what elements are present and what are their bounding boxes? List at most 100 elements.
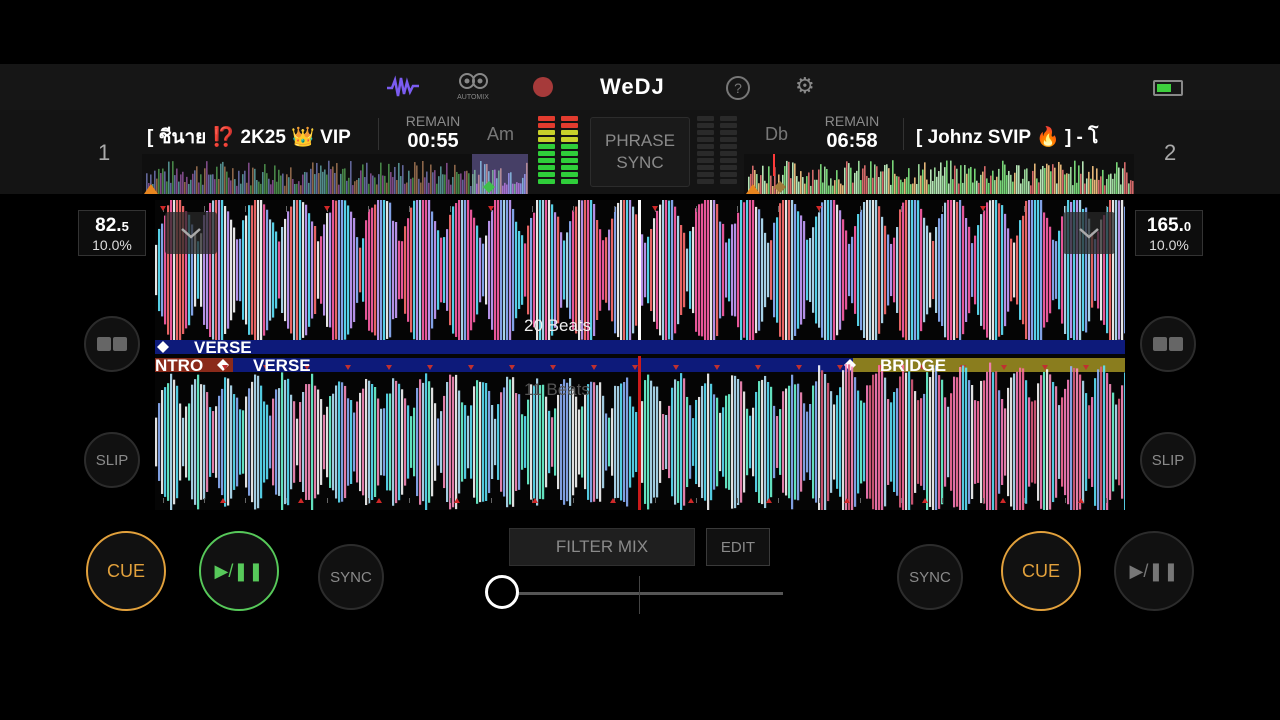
overview-bar [468,173,470,194]
waveform-bar [428,200,431,342]
waveform-bar [845,363,848,510]
overview-bar [786,160,788,194]
meter-segment [697,144,714,149]
waveform-bar [758,209,761,331]
waveform-bar [383,200,386,348]
overview-bar [1086,178,1088,194]
overview-bar [790,178,792,194]
overview-bar [302,174,304,194]
waveform-bar [836,204,839,336]
waveform-bar [683,378,686,506]
deck-2-play-button[interactable]: ▶/❚❚ [1114,531,1194,611]
overview-bar [868,177,870,194]
deck-2-slip-button[interactable]: SLIP [1140,432,1196,488]
waveform-bar [461,402,464,482]
waveform-bar [410,416,413,468]
deck-1-slip-button[interactable]: SLIP [84,432,140,488]
deck-1-layout-button[interactable] [84,316,140,372]
waveform-bar [437,230,440,310]
overview-bar [206,161,208,194]
meter-segment [538,137,555,142]
waveform-bar [578,409,581,475]
overview-bar [402,165,404,194]
main-waveform-area[interactable] [155,200,1125,510]
filter-mix-button[interactable]: FILTER MIX [509,528,695,566]
waveform-bar [863,202,866,338]
overview-bar [824,166,826,194]
meter-segment [720,165,737,170]
overview-bar [194,170,196,194]
overview-bar [256,180,258,194]
waveform-bar [986,371,989,510]
overview-bar [284,185,286,194]
waveform-bar [602,240,605,300]
deck-1-bpm-display[interactable]: 82.5 10.0% [78,210,146,256]
waveform-bar [434,221,437,319]
waveform-bar [569,221,572,319]
waveform-bar [716,397,719,487]
waveform-bar [872,200,875,341]
deck-2-bpm-display[interactable]: 165.0 10.0% [1135,210,1203,256]
overview-bar [172,161,174,194]
waveform-bar [665,414,668,470]
overview-bar [166,181,168,194]
overview-bar [888,168,890,194]
overview-bar [370,173,372,194]
deck-1-play-button[interactable]: ▶/❚❚ [199,531,279,611]
deck-1-overview-waveform[interactable] [142,154,528,194]
waveform-bar [1073,367,1076,510]
help-icon[interactable]: ? [726,76,750,100]
waveform-bar [248,388,251,496]
overview-bar [920,175,922,194]
deck-2-playhead [638,356,641,510]
overview-bar [192,173,194,194]
waveform-bar [785,200,788,343]
deck-1-cue-button[interactable]: CUE [86,531,166,611]
record-icon[interactable] [533,77,553,97]
waveform-bar [554,408,557,476]
deck-2-collapse-button[interactable] [1063,212,1115,254]
deck-1-sync-button[interactable]: SYNC [318,544,384,610]
waveform-bar [653,218,656,322]
waveform-bar [1079,374,1082,510]
waveform-icon[interactable] [385,74,421,100]
overview-bar [254,168,256,194]
waveform-bar [848,243,851,297]
waveform-bar [635,412,638,472]
deck-2-overview-waveform[interactable] [744,154,1134,194]
deck-2-layout-button[interactable] [1140,316,1196,372]
automix-icon[interactable]: AUTOMIX [455,71,491,101]
overview-bar [826,168,828,194]
waveform-bar [308,213,311,327]
waveform-bar [1040,375,1043,509]
deck-1-track-title[interactable]: [ ชีนาย ⁉️ 2K25 👑 VIP [147,122,359,152]
overview-bar [1022,178,1024,194]
waveform-bar [422,200,425,348]
overview-bar [430,164,432,194]
deck-2-track-title[interactable]: [ Johnz SVIP 🔥 ] - โ [916,122,1131,152]
waveform-bar [410,207,413,333]
deck-2-cue-button[interactable]: CUE [1001,531,1081,611]
gear-icon[interactable]: ⚙ [795,73,815,99]
waveform-bar [170,373,173,510]
deck-2-sync-button[interactable]: SYNC [897,544,963,610]
crossfader-knob[interactable] [485,575,519,609]
edit-button[interactable]: EDIT [706,528,770,566]
waveform-bar [809,238,812,302]
crossfader-track[interactable] [503,592,783,595]
overview-bar [968,168,970,194]
overview-bar [250,185,252,194]
waveform-bar [710,200,713,348]
waveform-bar [650,228,653,312]
overview-bar [182,171,184,194]
phrase-sync-button[interactable]: PHRASE SYNC [590,117,690,187]
deck-1-collapse-button[interactable] [165,212,217,254]
waveform-bar [1058,230,1061,310]
waveform-bar [662,200,665,343]
waveform-bar [419,200,422,342]
deck-1-pitch: 10.0% [92,237,132,253]
waveform-bar [1052,381,1055,503]
waveform-bar [869,385,872,499]
waveform-bar [944,202,947,338]
waveform-bar [359,247,362,293]
